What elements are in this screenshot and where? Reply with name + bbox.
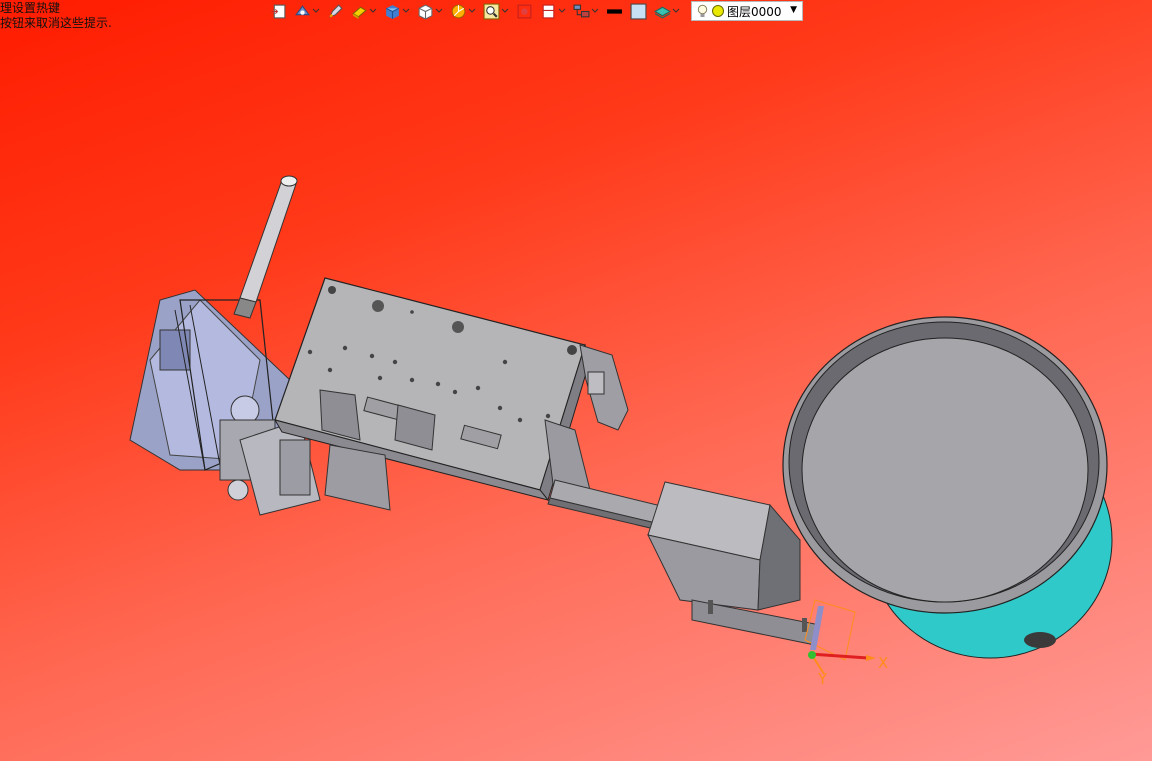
chevron-down-icon (468, 8, 476, 13)
chevron-down-icon (591, 8, 599, 13)
assembly-tree-icon (573, 4, 590, 17)
window-button[interactable] (268, 1, 289, 21)
cad-viewport[interactable]: X Y (0, 22, 1152, 761)
layer-stack-button[interactable] (652, 1, 682, 21)
zoom-fit-button[interactable] (481, 1, 511, 21)
window-icon (271, 4, 286, 18)
render-sphere-icon (451, 4, 466, 18)
eraser-button[interactable] (349, 1, 379, 21)
render-sphere-button[interactable] (448, 1, 478, 21)
chevron-down-icon (501, 8, 509, 13)
section-icon (517, 4, 532, 18)
layer-stack-icon (654, 6, 671, 18)
chevron-down-icon (369, 8, 377, 13)
assembly-tree-button[interactable] (571, 1, 601, 21)
wire-cube-icon (418, 4, 433, 20)
right-bracket (579, 344, 629, 431)
chevron-down-icon (435, 8, 443, 13)
sun-icon (712, 5, 724, 17)
pen-button[interactable] (325, 1, 346, 21)
shaded-cube-icon (385, 4, 400, 19)
dropdown-arrow-icon: ▼ (790, 5, 797, 15)
clip-plane-icon (542, 4, 555, 18)
chevron-down-icon (672, 8, 680, 13)
fill-color-button[interactable] (628, 1, 649, 21)
chevron-down-icon (558, 8, 566, 13)
shaded-cube-button[interactable] (382, 1, 412, 21)
lightbulb-icon (697, 4, 708, 17)
axis-y-label: Y (817, 670, 828, 688)
chevron-down-icon (402, 8, 410, 13)
pen-icon (329, 3, 343, 18)
coordinate-triad: X Y (804, 599, 888, 688)
eye-view-button[interactable] (292, 1, 322, 21)
zoom-fit-icon (483, 3, 500, 19)
view-toolbar: 图层0000 ▼ (268, 0, 803, 22)
vibratory-bowl-feeder (782, 316, 1113, 659)
layer-select[interactable]: 图层0000 ▼ (691, 1, 803, 21)
line-weight-icon (607, 8, 622, 14)
chevron-down-icon (312, 8, 320, 13)
vertical-cylinder-rod (233, 175, 298, 319)
main-mounting-plate (273, 277, 591, 511)
section-button[interactable] (514, 1, 535, 21)
eraser-icon (352, 6, 367, 19)
eye-view-icon (295, 4, 310, 15)
axis-x-label: X (878, 654, 888, 672)
line-weight-button[interactable] (604, 1, 625, 21)
clip-plane-button[interactable] (538, 1, 568, 21)
wire-cube-button[interactable] (415, 1, 445, 21)
hint-line-1: 理设置热键 (0, 1, 61, 15)
fill-color-icon (630, 3, 647, 19)
layer-select-value: 图层0000 (727, 4, 782, 19)
